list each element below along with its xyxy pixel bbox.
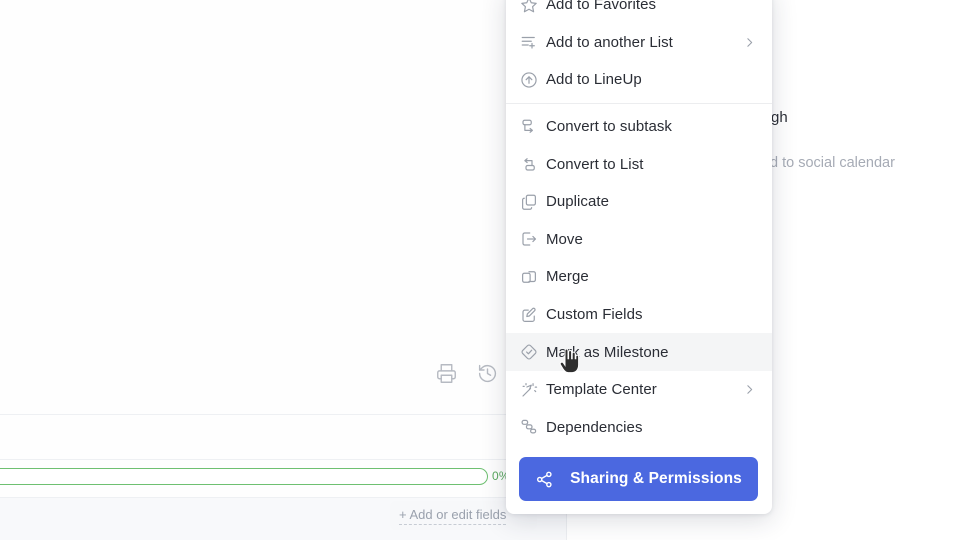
milestone-diamond-icon bbox=[520, 343, 546, 361]
sharing-and-permissions-button[interactable]: Sharing & Permissions bbox=[519, 457, 758, 501]
history-icon[interactable] bbox=[477, 363, 498, 384]
panel-divider-line bbox=[0, 497, 566, 498]
arrow-up-circle-icon bbox=[520, 71, 546, 89]
menu-item-add-to-favorites[interactable]: Add to Favorites bbox=[506, 0, 772, 24]
app-root: 0% + Add or edit fields gh d to social c… bbox=[0, 0, 960, 540]
list-plus-icon bbox=[520, 33, 546, 51]
menu-item-label: Template Center bbox=[546, 381, 742, 398]
add-or-edit-fields-label: + Add or edit fields bbox=[399, 507, 506, 525]
print-icon[interactable] bbox=[436, 363, 457, 384]
progress-track bbox=[0, 468, 488, 485]
dependencies-icon bbox=[520, 418, 546, 436]
priority-text: gh bbox=[771, 109, 788, 126]
custom-fields-icon bbox=[520, 306, 546, 324]
menu-item-template-center[interactable]: Template Center bbox=[506, 371, 772, 409]
menu-item-add-to-another-list[interactable]: Add to another List bbox=[506, 24, 772, 62]
menu-item-move[interactable]: Move bbox=[506, 221, 772, 259]
note-text: d to social calendar bbox=[770, 155, 895, 171]
duplicate-icon bbox=[520, 193, 546, 211]
move-icon bbox=[520, 230, 546, 248]
menu-item-label: Custom Fields bbox=[546, 306, 742, 323]
menu-item-label: Dependencies bbox=[546, 419, 742, 436]
task-panel: 0% + Add or edit fields bbox=[0, 0, 566, 540]
menu-item-label: Mark as Milestone bbox=[546, 344, 742, 361]
chevron-right-icon bbox=[742, 36, 756, 49]
menu-item-label: Move bbox=[546, 231, 742, 248]
menu-item-label: Convert to subtask bbox=[546, 118, 742, 135]
menu-item-convert-to-subtask[interactable]: Convert to subtask bbox=[506, 108, 772, 146]
convert-subtask-icon bbox=[520, 118, 546, 136]
menu-item-label: Merge bbox=[546, 268, 742, 285]
chevron-right-icon bbox=[742, 383, 756, 396]
menu-item-convert-to-list[interactable]: Convert to List bbox=[506, 145, 772, 183]
menu-item-merge[interactable]: Merge bbox=[506, 258, 772, 296]
convert-list-icon bbox=[520, 155, 546, 173]
menu-item-add-to-lineup[interactable]: Add to LineUp bbox=[506, 61, 772, 99]
menu-item-label: Add to another List bbox=[546, 34, 742, 51]
magic-wand-icon bbox=[520, 381, 546, 399]
menu-item-label: Convert to List bbox=[546, 156, 742, 173]
menu-item-custom-fields[interactable]: Custom Fields bbox=[506, 296, 772, 334]
share-nodes-icon bbox=[535, 470, 554, 489]
star-icon bbox=[520, 0, 546, 14]
sharing-and-permissions-label: Sharing & Permissions bbox=[570, 470, 742, 488]
menu-item-dependencies[interactable]: Dependencies bbox=[506, 409, 772, 447]
progress-bar[interactable]: 0% bbox=[0, 468, 520, 486]
menu-item-label: Add to LineUp bbox=[546, 71, 742, 88]
menu-item-label: Duplicate bbox=[546, 193, 742, 210]
panel-divider-line bbox=[0, 414, 566, 415]
menu-item-label: Add to Favorites bbox=[546, 0, 742, 13]
merge-icon bbox=[520, 268, 546, 286]
menu-divider bbox=[506, 103, 772, 104]
menu-item-duplicate[interactable]: Duplicate bbox=[506, 183, 772, 221]
context-menu: Add to Favorites Add to another List bbox=[506, 0, 772, 514]
panel-divider-line bbox=[0, 459, 566, 460]
menu-item-mark-as-milestone[interactable]: Mark as Milestone bbox=[506, 333, 772, 371]
task-toolbar bbox=[436, 363, 498, 384]
